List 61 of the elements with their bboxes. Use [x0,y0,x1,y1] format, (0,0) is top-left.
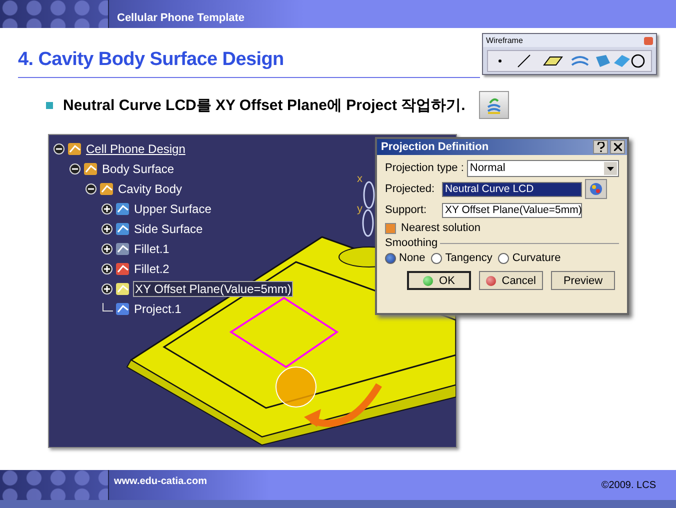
dialog-title: Projection Definition [381,141,490,153]
tree-item[interactable]: XY Offset Plane(Value=5mm) [133,281,294,297]
radio-label: Tangency [445,252,492,264]
smoothing-label: Smoothing [385,237,438,249]
ok-button[interactable]: OK [407,271,471,290]
product-icon [67,141,83,157]
close-icon[interactable] [610,140,625,154]
header-title: Cellular Phone Template [117,12,245,24]
radio-label: Curvature [512,252,561,264]
collapse-icon[interactable] [53,143,65,155]
selection-button[interactable] [585,179,607,199]
support-label: Support: [385,204,428,216]
highlight-circle [276,366,316,408]
cancel-button[interactable]: Cancel [479,271,543,290]
copyright-text: ©2009. LCS [601,480,656,490]
body-icon [83,161,99,177]
bullet-text: Neutral Curve LCD를 XY Offset Plane에 Project 작업하기. [63,96,466,114]
tree-item[interactable]: Project.1 [133,302,182,316]
projected-field[interactable]: Neutral Curve LCD [442,182,582,196]
tree-item[interactable]: Body Surface [101,162,176,176]
expand-icon[interactable] [101,283,113,295]
surface-icon [115,221,131,237]
body-icon [99,181,115,197]
projected-label: Projected: [385,183,436,195]
support-field[interactable]: XY Offset Plane(Value=5mm) [442,202,582,218]
expand-icon[interactable] [101,223,113,235]
radio-button[interactable] [498,252,510,264]
fillet-icon [115,241,131,257]
fillet2-icon [115,261,131,277]
toolbar-title: Wireframe [486,36,523,45]
radio-label: None [399,252,426,264]
preview-button[interactable]: Preview [551,271,615,290]
tree-item[interactable]: Side Surface [133,222,204,236]
collapse-icon[interactable] [69,163,81,175]
tree-item[interactable]: Cell Phone Design [85,142,186,156]
website-url: www.edu-catia.com [114,476,207,486]
bullet-icon [46,102,53,108]
axis-label: x [357,173,362,185]
radio-button[interactable] [431,252,442,264]
collapse-icon[interactable] [85,183,97,195]
axis-label: y [357,203,362,215]
tree-item[interactable]: Cavity Body [117,182,184,196]
help-icon[interactable] [593,140,608,154]
checkbox[interactable] [385,222,396,234]
surface-icon [115,201,131,217]
projection-type-label: Projection type : [385,162,464,174]
nearest-solution-label: Nearest solution [401,222,480,234]
expand-icon[interactable] [101,243,113,255]
slide-heading: 4. Cavity Body Surface Design [18,48,480,78]
radio-button[interactable] [385,252,396,264]
expand-icon[interactable] [101,263,113,275]
plane-icon [115,281,131,297]
selection-icon [589,182,603,196]
project-icon [115,301,131,317]
project-tool-button[interactable] [479,91,510,119]
projection-type-dropdown[interactable]: Normal [466,160,619,176]
axis-compass-drawing [362,181,375,237]
tree-item[interactable]: Fillet.2 [133,262,170,276]
tree-item[interactable]: Upper Surface [133,202,212,216]
tree-item[interactable]: Fillet.1 [133,242,170,256]
expand-icon[interactable] [101,203,113,215]
